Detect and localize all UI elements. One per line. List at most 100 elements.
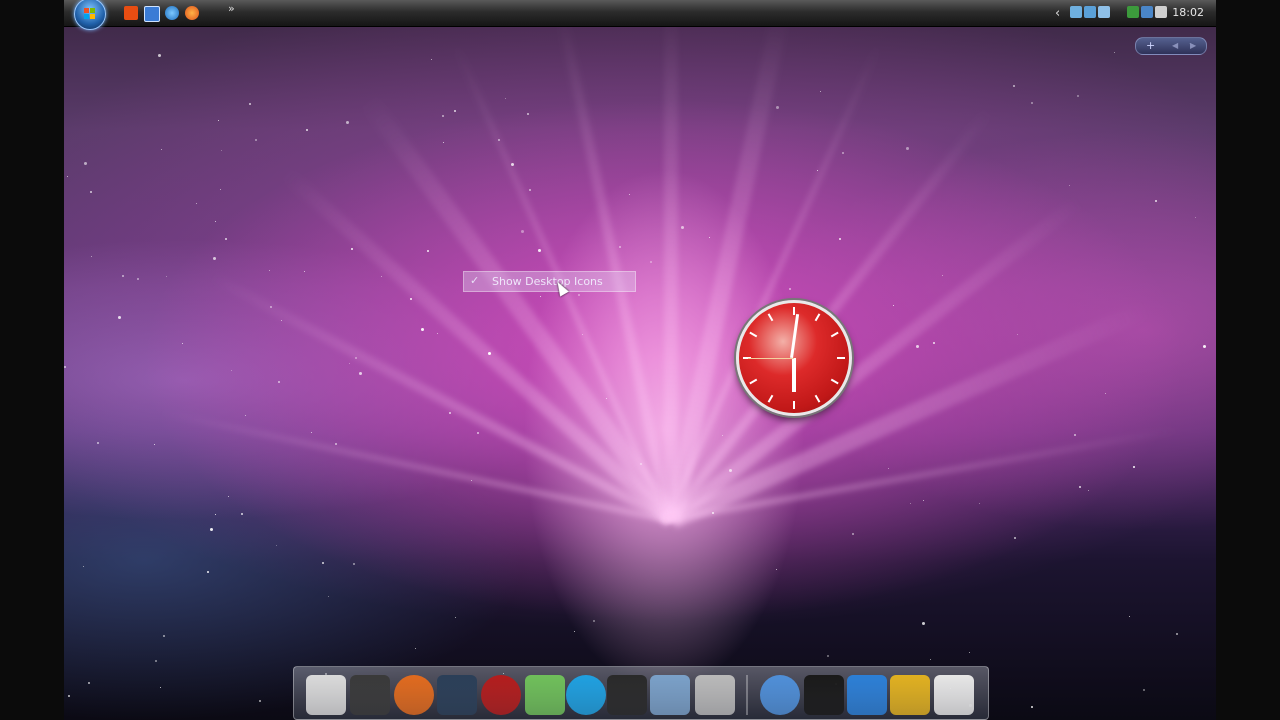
star [488, 352, 491, 355]
checkmark-icon: ✓ [470, 274, 480, 287]
star [942, 275, 943, 276]
star [421, 328, 424, 331]
star [619, 246, 621, 248]
rocket-icon[interactable] [481, 675, 521, 715]
previous-page-button[interactable]: ◀ [1172, 38, 1178, 54]
quicklaunch-overflow-chevron[interactable]: » [228, 2, 235, 15]
star [220, 189, 221, 190]
star [221, 150, 222, 151]
device-icon[interactable] [1098, 6, 1110, 18]
star [328, 596, 329, 597]
star [1013, 85, 1015, 87]
star [606, 398, 607, 399]
star [210, 528, 213, 531]
star [574, 631, 575, 632]
star [776, 569, 777, 570]
star [922, 622, 925, 625]
star [471, 480, 472, 481]
volume-icon[interactable] [1155, 6, 1167, 18]
star [154, 444, 155, 445]
show-desktop-icon[interactable] [144, 6, 160, 22]
tray-expand-chevron[interactable]: ‹ [1055, 6, 1060, 21]
star [68, 695, 70, 697]
taskbar-clock[interactable]: 18:02 [1172, 6, 1204, 19]
clock-tick [767, 394, 774, 403]
star [498, 139, 500, 141]
clock-tick [837, 357, 845, 359]
shirt-icon[interactable] [804, 675, 844, 715]
star [281, 320, 282, 321]
next-page-button[interactable]: ▶ [1190, 38, 1196, 54]
star [930, 659, 931, 660]
star [906, 147, 909, 150]
help-icon[interactable] [847, 675, 887, 715]
media-player-icon[interactable] [124, 6, 138, 20]
globe-icon[interactable] [760, 675, 800, 715]
star [311, 432, 312, 433]
audio-waveform-icon[interactable] [607, 675, 647, 715]
star [276, 545, 277, 546]
presentation-icon[interactable] [306, 675, 346, 715]
aurora-beam [666, 426, 1180, 523]
monitor-icon[interactable] [437, 675, 477, 715]
star [1069, 185, 1070, 186]
star [255, 139, 257, 141]
star [709, 237, 710, 238]
skype-icon[interactable] [566, 675, 606, 715]
utilities-icon[interactable] [890, 675, 930, 715]
star [969, 652, 970, 653]
star [322, 562, 324, 564]
star [137, 278, 139, 280]
star [84, 162, 87, 165]
clock-gadget[interactable] [736, 300, 852, 416]
star [1129, 616, 1130, 617]
star [511, 163, 514, 166]
star [241, 513, 243, 515]
star [249, 103, 251, 105]
battery-icon[interactable] [1127, 6, 1139, 18]
star [722, 435, 723, 436]
star [431, 59, 432, 60]
firefox-icon[interactable] [185, 6, 199, 20]
star [155, 660, 157, 662]
second-hand [747, 358, 794, 359]
connection-icon[interactable] [1141, 6, 1153, 18]
media-icon[interactable] [350, 675, 390, 715]
internet-explorer-icon[interactable] [165, 6, 179, 20]
star [923, 500, 924, 501]
star [160, 687, 161, 688]
star [269, 270, 270, 271]
star [1203, 345, 1206, 348]
star [437, 333, 438, 334]
star [91, 256, 92, 257]
star [842, 152, 844, 154]
star [1074, 434, 1076, 436]
network-icon[interactable] [1070, 6, 1082, 18]
star [355, 357, 357, 359]
star [1155, 200, 1157, 202]
firefox-icon[interactable] [394, 675, 434, 715]
star [381, 276, 382, 277]
star [1031, 102, 1033, 104]
star [166, 276, 167, 277]
star [629, 194, 630, 195]
sync-icon[interactable] [1084, 6, 1096, 18]
star [916, 345, 919, 348]
start-button[interactable] [74, 0, 106, 30]
messenger-icon[interactable] [525, 675, 565, 715]
menu-item-show-desktop-icons[interactable]: Show Desktop Icons [492, 275, 603, 288]
recycle-bin-icon[interactable] [934, 675, 974, 715]
aurora-beam [664, 0, 678, 520]
star [681, 226, 684, 229]
star [270, 306, 272, 308]
star [213, 257, 216, 260]
desktop: » ‹ 18:02 + ◀ ▶ ✓ Show Desktop Icons [64, 0, 1216, 720]
clock-tick [814, 394, 821, 403]
tools-icon[interactable] [695, 675, 735, 715]
folder-icon[interactable] [650, 675, 690, 715]
star [83, 566, 84, 567]
add-gadget-button[interactable]: + [1146, 38, 1155, 54]
star [1088, 490, 1089, 491]
star [67, 176, 68, 177]
star [1079, 486, 1081, 488]
